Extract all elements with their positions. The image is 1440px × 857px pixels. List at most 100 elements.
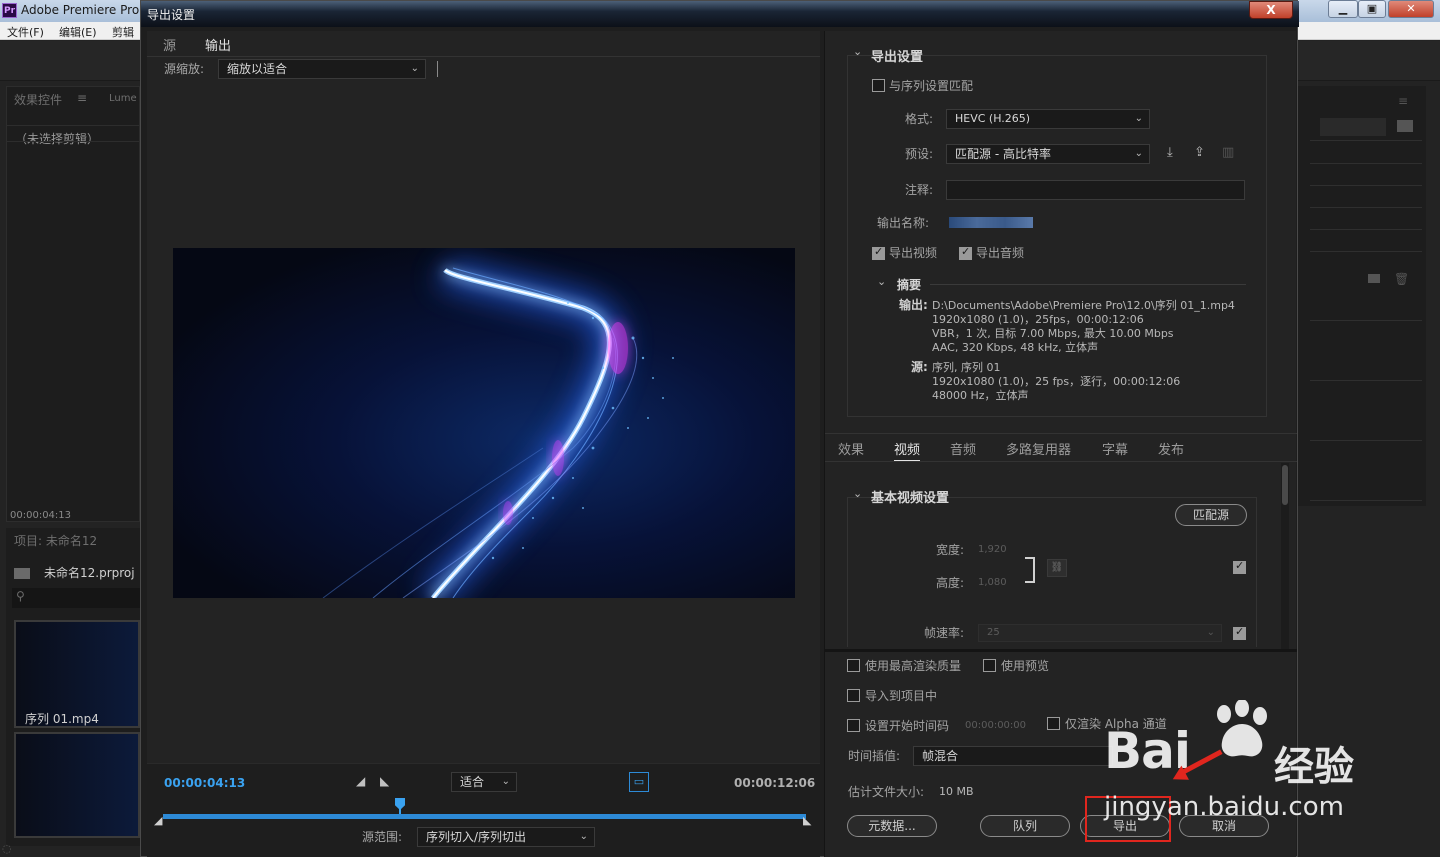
preset-value: 匹配源 - 高比特率	[955, 147, 1051, 161]
fps-value: 25	[987, 627, 1000, 638]
tab-publish[interactable]: 发布	[1158, 439, 1184, 458]
folder-icon[interactable]	[1368, 274, 1380, 283]
video-settings-scrollbar[interactable]	[1281, 463, 1289, 649]
range-out-handle-icon[interactable]: ◣	[803, 814, 811, 827]
format-label: 格式:	[905, 112, 934, 126]
tab-lumetri[interactable]: Lume	[109, 93, 137, 104]
metadata-button[interactable]: 元数据...	[847, 815, 937, 837]
right-search-input[interactable]	[1320, 118, 1386, 136]
match-fps-checkbox[interactable]	[1233, 625, 1246, 640]
export-video-checkbox[interactable]	[872, 245, 885, 260]
new-item-icon[interactable]	[1397, 120, 1413, 132]
maximize-icon[interactable]: ▣	[1358, 0, 1386, 18]
app-close-icon[interactable]: ✕	[1388, 0, 1434, 18]
current-timecode[interactable]: 00:00:04:13	[164, 776, 245, 790]
project-search-input[interactable]: ⚲	[12, 588, 140, 608]
scrollbar-thumb[interactable]	[1282, 465, 1288, 505]
fps-dropdown[interactable]: 25 ⌄	[978, 624, 1222, 642]
tab-audio[interactable]: 音频	[950, 439, 976, 458]
queue-button[interactable]: 队列	[980, 815, 1070, 837]
delete-preset-icon[interactable]: ▥	[1222, 145, 1234, 160]
export-settings-header: 导出设置	[871, 50, 924, 65]
tab-source[interactable]: 源	[163, 35, 176, 54]
menu-clip[interactable]: 剪辑	[112, 24, 134, 40]
use-preview-label: 使用预览	[1001, 659, 1050, 673]
match-sequence-label: 与序列设置匹配	[889, 79, 974, 93]
tab-effects[interactable]: 效果	[838, 439, 864, 458]
divider	[1310, 140, 1422, 141]
width-value: 1,920	[978, 544, 1007, 555]
folder-icon	[14, 568, 30, 579]
chevron-down-icon[interactable]: ⌄	[853, 487, 862, 500]
right-app-panel	[1298, 86, 1426, 506]
source-scale-dropdown[interactable]: 缩放以适合 ⌄	[218, 59, 426, 79]
divider	[1310, 500, 1422, 501]
mark-in-icon[interactable]: ◢	[356, 774, 365, 788]
divider	[1310, 440, 1422, 441]
save-preset-icon[interactable]: ⤓	[1167, 145, 1173, 160]
app-title: Adobe Premiere Pro	[21, 3, 140, 17]
use-preview-checkbox[interactable]	[983, 659, 996, 672]
trash-icon[interactable]: 🗑	[1394, 272, 1409, 286]
import-project-checkbox[interactable]	[847, 689, 860, 702]
timeline-scrubber[interactable]	[163, 814, 806, 819]
match-source-button[interactable]: 匹配源	[1175, 504, 1247, 526]
minimize-icon[interactable]: ▁	[1328, 0, 1358, 18]
source-line: 48000 Hz，立体声	[932, 389, 1029, 402]
source-range-dropdown[interactable]: 序列切入/序列切出 ⌄	[417, 827, 595, 847]
left-timecode: 00:00:04:13	[10, 510, 72, 521]
preview-pane: 源 输出 源缩放: 缩放以适合 ⌄ 00:00:04:13 ◢ ◣ 适合 ⌄ ▭…	[147, 31, 820, 857]
render-alpha-checkbox[interactable]	[1047, 717, 1060, 730]
export-video-label: 导出视频	[889, 246, 938, 260]
chevron-down-icon[interactable]: ⌄	[853, 45, 862, 58]
chevron-down-icon: ⌄	[410, 63, 419, 74]
tab-video[interactable]: 视频	[894, 439, 921, 461]
chevron-down-icon: ⌄	[1134, 113, 1143, 124]
tab-output[interactable]: 输出	[205, 35, 232, 57]
source-range-value: 序列切入/序列切出	[426, 830, 527, 844]
preset-dropdown[interactable]: 匹配源 - 高比特率 ⌄	[946, 144, 1150, 164]
mark-out-icon[interactable]: ◣	[380, 774, 389, 788]
interp-dropdown[interactable]: 帧混合	[913, 746, 1113, 766]
fit-dropdown[interactable]: 适合 ⌄	[451, 772, 517, 792]
menu-icon[interactable]: ≡	[1398, 94, 1408, 108]
output-line: AAC, 320 Kbps, 48 kHz, 立体声	[932, 341, 1099, 354]
set-start-tc-checkbox[interactable]	[847, 719, 860, 732]
dialog-close-button[interactable]: X	[1249, 1, 1293, 19]
export-audio-checkbox[interactable]	[959, 245, 972, 260]
max-render-checkbox[interactable]	[847, 659, 860, 672]
match-sequence-checkbox[interactable]	[872, 79, 885, 92]
output-name-link[interactable]	[949, 217, 1033, 228]
comment-input[interactable]	[946, 180, 1245, 200]
tab-multiplexer[interactable]: 多路复用器	[1006, 439, 1071, 458]
output-summary-label: 输出:	[899, 298, 928, 312]
aspect-correction-icon[interactable]: ▭	[629, 772, 649, 792]
match-dimensions-checkbox[interactable]	[1233, 559, 1246, 574]
divider	[825, 649, 1297, 652]
format-dropdown[interactable]: HEVC (H.265) ⌄	[946, 109, 1150, 129]
format-value: HEVC (H.265)	[955, 112, 1031, 125]
source-scale-label: 源缩放:	[164, 62, 205, 76]
menu-file[interactable]: 文件(F)	[7, 24, 44, 40]
range-in-handle-icon[interactable]: ◢	[154, 814, 162, 827]
watermark-brand2: 经验	[1274, 744, 1354, 790]
dialog-title: 导出设置	[147, 8, 196, 22]
tab-effect-controls[interactable]: 效果控件	[14, 91, 62, 108]
premiere-logo-icon: Pr	[2, 3, 17, 18]
chevron-down-icon[interactable]: ⌄	[877, 275, 886, 288]
search-icon: ⚲	[16, 589, 25, 603]
source-scale-value: 缩放以适合	[227, 62, 288, 76]
divider	[7, 141, 141, 142]
menu-icon[interactable]: ≡	[77, 91, 87, 105]
dialog-titlebar: 导出设置 X	[141, 1, 1299, 27]
divider	[825, 433, 1297, 434]
clip-thumbnail-2[interactable]	[14, 732, 140, 838]
tab-captions[interactable]: 字幕	[1102, 439, 1128, 458]
basic-video-header: 基本视频设置	[871, 491, 950, 506]
divider	[1310, 251, 1422, 252]
menu-edit[interactable]: 编辑(E)	[59, 24, 97, 40]
link-icon[interactable]: ⛓	[1047, 559, 1067, 577]
divider	[825, 461, 1297, 462]
import-preset-icon[interactable]: ⇪	[1194, 145, 1205, 160]
height-value: 1,080	[978, 577, 1007, 588]
